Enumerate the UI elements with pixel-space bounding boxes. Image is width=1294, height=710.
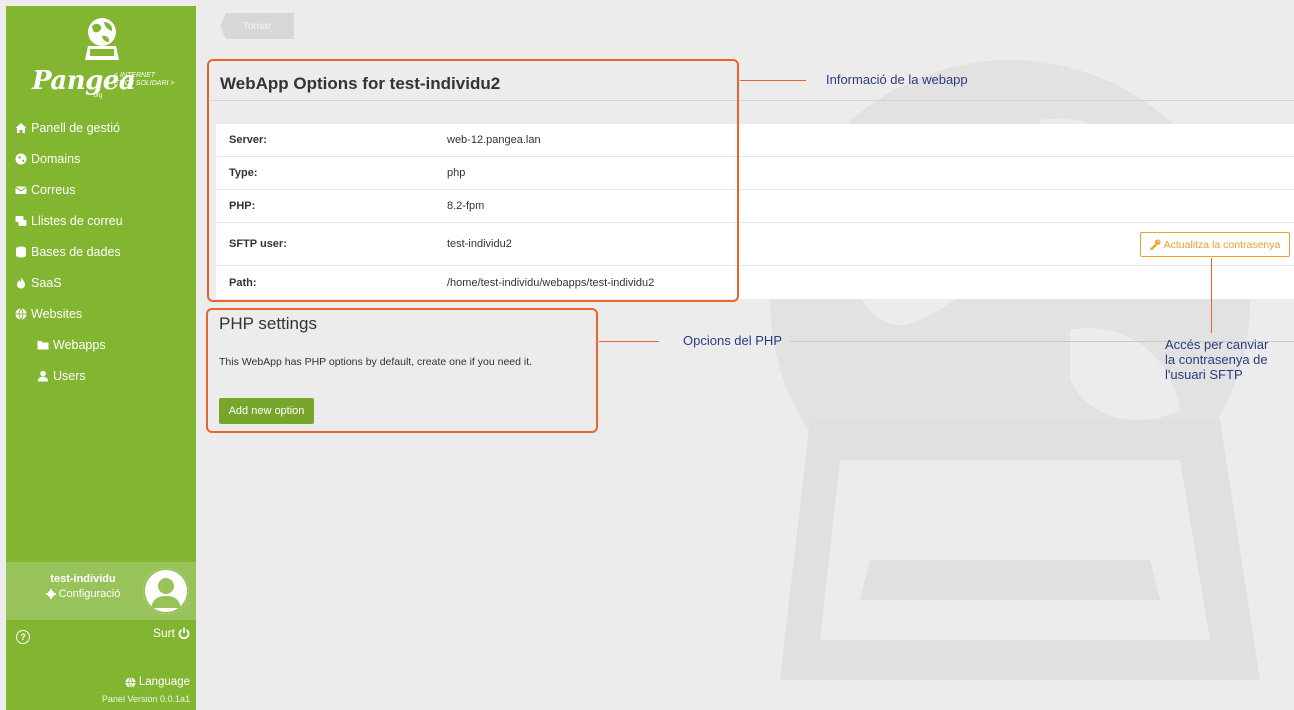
update-password-button[interactable]: Actualitza la contrasenya (1140, 232, 1290, 257)
globe-logo-icon (85, 18, 119, 60)
annotation-line-1: Accés per canviar (1165, 337, 1269, 352)
avatar[interactable] (143, 568, 189, 614)
user-avatar-icon (143, 568, 189, 614)
php-settings-highlight (206, 308, 598, 433)
gear-icon (45, 589, 56, 599)
webapp-info-highlight (207, 59, 739, 302)
globe-icon (14, 307, 28, 320)
back-button[interactable]: Tornar (220, 13, 294, 39)
sidebar-item-webapps[interactable]: Webapps (6, 329, 196, 360)
annotation-line-2: la contrasenya de (1165, 352, 1268, 367)
home-icon (14, 122, 28, 134)
sidebar-item-panell[interactable]: Panell de gestió (6, 112, 196, 143)
sidebar-item-label: Websites (31, 306, 83, 321)
envelope-icon (14, 184, 28, 196)
globe-icon (14, 153, 28, 165)
key-icon (1150, 239, 1161, 250)
password-access-pointer (1211, 258, 1212, 333)
sidebar-item-label: SaaS (31, 275, 62, 290)
logout-button[interactable]: Surt (153, 626, 190, 640)
webapp-info-pointer (740, 80, 806, 81)
sidebar-item-bases[interactable]: Bases de dades (6, 236, 196, 267)
sidebar-item-label: Webapps (53, 337, 106, 352)
tagline-line-1: < INTERNET (114, 72, 156, 79)
php-options-pointer (599, 341, 659, 342)
configuration-label: Configuració (58, 588, 121, 600)
sidebar-item-label: Bases de dades (31, 244, 121, 259)
sidebar-item-domains[interactable]: Domains (6, 143, 196, 174)
help-icon[interactable]: ? (16, 630, 30, 644)
sidebar-item-correus[interactable]: Correus (6, 174, 196, 205)
sidebar-item-users[interactable]: Users (6, 360, 196, 391)
pangea-logo[interactable]: Pangea < INTERNET ÈTIC I SOLIDARI > .org (6, 6, 196, 106)
sidebar-item-label: Llistes de correu (31, 213, 123, 228)
globe-icon (125, 676, 136, 688)
logout-label: Surt (152, 626, 175, 640)
user-icon (36, 370, 50, 382)
panel-version: Panel Version 0.0.1a1 (101, 694, 190, 704)
fire-icon (14, 277, 28, 289)
brand-tagline: < INTERNET ÈTIC I SOLIDARI > (114, 72, 175, 88)
folder-icon (36, 339, 50, 351)
power-icon (178, 627, 190, 639)
database-icon (14, 246, 28, 258)
sidebar-item-websites[interactable]: Websites (6, 298, 196, 329)
username: test-individu (50, 573, 116, 585)
language-label: Language (138, 676, 190, 688)
sidebar-item-llistes[interactable]: Llistes de correu (6, 205, 196, 236)
sidebar-nav: Panell de gestió Domains Correus Llistes… (6, 112, 196, 391)
annotation-password-access: Accés per canviar la contrasenya de l'us… (1165, 337, 1268, 382)
update-password-label: Actualitza la contrasenya (1163, 238, 1281, 251)
sidebar-item-label: Correus (31, 182, 76, 197)
annotation-php-options: Opcions del PHP (683, 333, 782, 348)
annotation-webapp-info: Informació de la webapp (826, 72, 968, 87)
sidebar-item-label: Users (53, 368, 86, 383)
tagline-line-2: ÈTIC I SOLIDARI > (114, 80, 175, 87)
sidebar-item-saas[interactable]: SaaS (6, 267, 196, 298)
brand-org: .org (92, 93, 103, 99)
mailing-list-icon (14, 215, 28, 227)
sidebar-item-label: Domains (31, 151, 81, 166)
annotation-line-3: l'usuari SFTP (1165, 367, 1243, 382)
user-panel: test-individu Configuració (6, 562, 196, 620)
sidebar-item-label: Panell de gestió (31, 120, 120, 135)
configuration-link[interactable]: Configuració (28, 588, 138, 600)
sidebar: Pangea < INTERNET ÈTIC I SOLIDARI > .org… (6, 6, 196, 710)
language-selector[interactable]: Language (125, 676, 190, 688)
